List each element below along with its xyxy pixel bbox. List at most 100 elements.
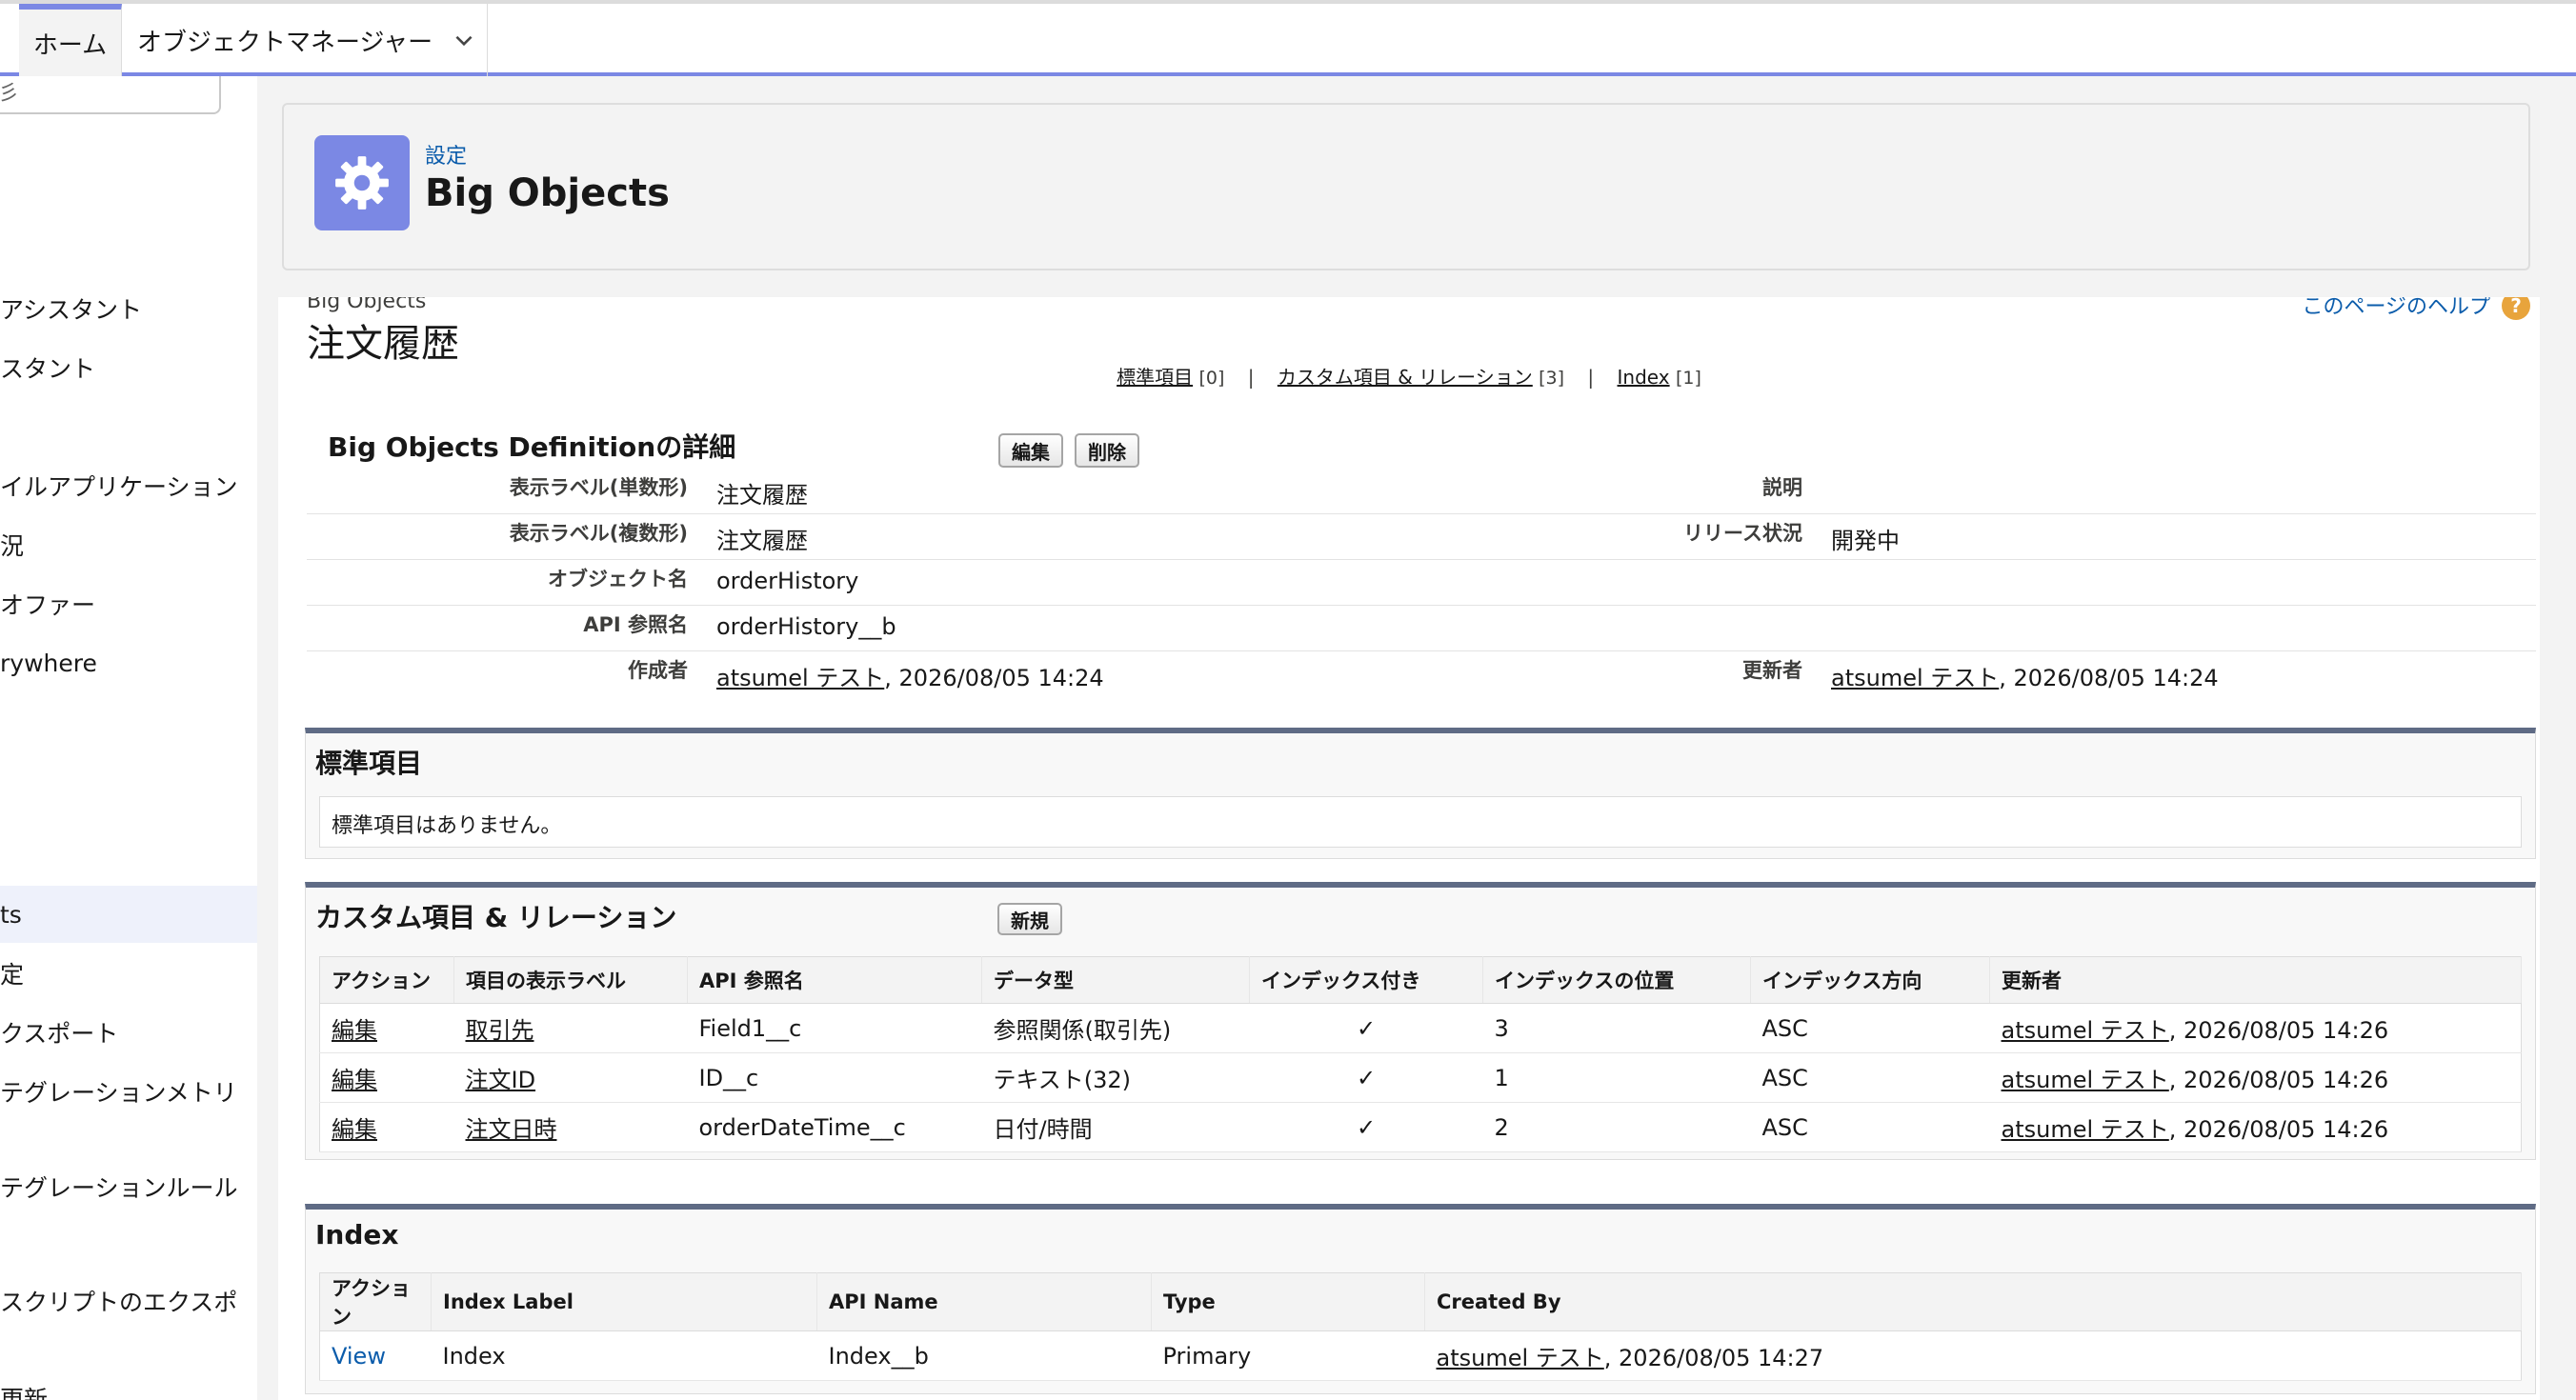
page-title: Big Objects [425, 171, 670, 215]
index-section: Index アクション Index Label API Name Type Cr… [305, 1204, 2536, 1394]
new-button[interactable]: 新規 [997, 903, 1062, 935]
column-header: Index Label [431, 1272, 817, 1331]
breadcrumb[interactable]: 設定 [425, 139, 467, 170]
index-label-cell: Index [431, 1330, 817, 1381]
field-label: 表示ラベル(単数形) [509, 476, 688, 499]
standard-fields-section: 標準項目 標準項目はありません。 [305, 728, 2536, 859]
edit-link[interactable]: 編集 [332, 1067, 377, 1093]
detail-heading: Big Objects Definitionの詳細 [328, 431, 736, 463]
column-header: インデックス方向 [1750, 956, 1990, 1004]
field-value: 注文履歴 [716, 482, 808, 509]
link-count: [3] [1539, 368, 1565, 389]
column-header: 項目の表示ラベル [453, 956, 688, 1004]
data-type-cell: 日付/時間 [981, 1102, 1250, 1152]
chevron-down-icon[interactable] [452, 28, 476, 52]
api-name-cell: ID__c [687, 1052, 982, 1103]
api-name-cell: Index__b [816, 1330, 1152, 1381]
user-link[interactable]: atsumel テスト [2002, 1116, 2169, 1143]
setup-sidebar: 彡 アシスタント スタント イルアプリケーション 況 オファー rywhere … [0, 76, 257, 1400]
empty-message: 標準項目はありません。 [319, 796, 2522, 848]
user-link[interactable]: atsumel テスト [2002, 1017, 2169, 1044]
api-name-cell: orderDateTime__c [687, 1102, 982, 1152]
field-label-link[interactable]: 注文ID [466, 1067, 536, 1093]
quick-find-input[interactable]: 彡 [0, 76, 221, 114]
sidebar-item[interactable]: スタント [0, 339, 257, 396]
date-text: , 2026/08/05 14:26 [2168, 1067, 2389, 1093]
sidebar-item[interactable]: rywhere [0, 634, 257, 691]
sidebar-item-big-objects[interactable]: ts [0, 886, 257, 943]
field-label: リリース状況 [1683, 522, 1802, 545]
object-type-label: Big Objects [307, 297, 427, 313]
column-header: データ型 [981, 956, 1250, 1004]
user-link[interactable]: atsumel テスト [716, 665, 884, 691]
link-index[interactable]: Index [1618, 366, 1670, 389]
field-label: 表示ラベル(複数形) [509, 522, 688, 545]
date-text: , 2026/08/05 14:24 [884, 665, 1104, 691]
column-header: インデックス付き [1249, 956, 1483, 1004]
help-link[interactable]: このページのヘルプ [2302, 297, 2490, 320]
link-custom-fields[interactable]: カスタム項目 & リレーション [1278, 366, 1533, 389]
content-panel: Big Objects 注文履歴 このページのヘルプ ? 標準項目 [0] | … [278, 297, 2540, 1400]
column-header: API Name [816, 1272, 1152, 1331]
field-label-link[interactable]: 注文日時 [466, 1116, 557, 1143]
sidebar-item[interactable]: 況 [0, 516, 257, 573]
column-header: Created By [1424, 1272, 2522, 1331]
link-count: [1] [1675, 368, 1701, 389]
index-position-cell: 2 [1482, 1102, 1751, 1152]
date-text: , 2026/08/05 14:24 [1999, 665, 2219, 691]
user-link[interactable]: atsumel テスト [1437, 1345, 1604, 1371]
field-label: 更新者 [1742, 659, 1802, 682]
field-value: atsumel テスト, 2026/08/05 14:24 [1831, 659, 2219, 692]
tab-object-manager[interactable]: オブジェクトマネージャー [124, 4, 488, 76]
detail-row: 表示ラベル(単数形) 注文履歴 説明 [307, 469, 2536, 514]
column-header: API 参照名 [687, 956, 982, 1004]
check-icon: ✓ [1249, 1003, 1483, 1053]
index-direction-cell: ASC [1750, 1052, 1990, 1103]
tab-home[interactable]: ホーム [19, 4, 122, 76]
field-label-link[interactable]: 取引先 [466, 1017, 534, 1044]
table-row: View Index Index__b Primary atsumel テスト,… [319, 1330, 2522, 1381]
table-row: 編集 注文日時 orderDateTime__c 日付/時間 ✓ 2 ASC a… [319, 1102, 2522, 1152]
sidebar-item[interactable]: テグレーションメトリ [0, 1063, 257, 1120]
sidebar-item[interactable]: クスポート [0, 1004, 257, 1061]
global-tab-bar: ホーム オブジェクトマネージャー [0, 0, 2576, 76]
sidebar-item[interactable]: オファー [0, 575, 257, 632]
sidebar-item[interactable]: 更新 [0, 1370, 257, 1400]
custom-fields-section: カスタム項目 & リレーション 新規 アクション 項目の表示ラベル API 参照… [305, 882, 2536, 1160]
detail-row: API 参照名 orderHistory__b [307, 606, 2536, 651]
section-title: Index [315, 1219, 399, 1250]
sidebar-item[interactable]: 定 [0, 945, 257, 1002]
edit-link[interactable]: 編集 [332, 1116, 377, 1143]
detail-row: オブジェクト名 orderHistory [307, 560, 2536, 606]
field-value: orderHistory [716, 568, 859, 594]
sidebar-item[interactable]: スクリプトのエクスポ [0, 1272, 257, 1330]
index-position-cell: 1 [1482, 1052, 1751, 1103]
date-text: , 2026/08/05 14:26 [2168, 1116, 2389, 1143]
column-header: インデックスの位置 [1482, 956, 1751, 1004]
view-link[interactable]: View [332, 1343, 386, 1370]
column-header: 更新者 [1989, 956, 2522, 1004]
sidebar-item[interactable]: テグレーションルール [0, 1158, 257, 1215]
field-label: 作成者 [628, 659, 688, 682]
delete-button[interactable]: 削除 [1075, 433, 1139, 468]
object-title: 注文履歴 [307, 322, 459, 366]
tab-object-manager-label: オブジェクトマネージャー [137, 28, 433, 57]
help-icon[interactable]: ? [2502, 297, 2530, 320]
user-link[interactable]: atsumel テスト [1831, 665, 1999, 691]
column-header: Type [1151, 1272, 1425, 1331]
sidebar-item[interactable]: アシスタント [0, 280, 257, 337]
related-list-links: 標準項目 [0] | カスタム項目 & リレーション [3] | Index [… [278, 362, 2540, 390]
detail-row: 表示ラベル(複数形) 注文履歴 リリース状況 開発中 [307, 514, 2536, 560]
table-header-row: アクション 項目の表示ラベル API 参照名 データ型 インデックス付き インデ… [319, 956, 2522, 1004]
link-standard-fields[interactable]: 標準項目 [1117, 366, 1193, 389]
sidebar-item[interactable]: イルアプリケーション [0, 457, 257, 514]
user-link[interactable]: atsumel テスト [2002, 1067, 2169, 1093]
custom-fields-table: アクション 項目の表示ラベル API 参照名 データ型 インデックス付き インデ… [319, 956, 2522, 1152]
type-cell: Primary [1151, 1330, 1425, 1381]
field-label: 説明 [1762, 476, 1802, 499]
edit-link[interactable]: 編集 [332, 1017, 377, 1044]
edit-button[interactable]: 編集 [998, 433, 1063, 468]
field-value: atsumel テスト, 2026/08/05 14:24 [716, 659, 1104, 692]
api-name-cell: Field1__c [687, 1003, 982, 1053]
field-label: オブジェクト名 [548, 568, 688, 590]
